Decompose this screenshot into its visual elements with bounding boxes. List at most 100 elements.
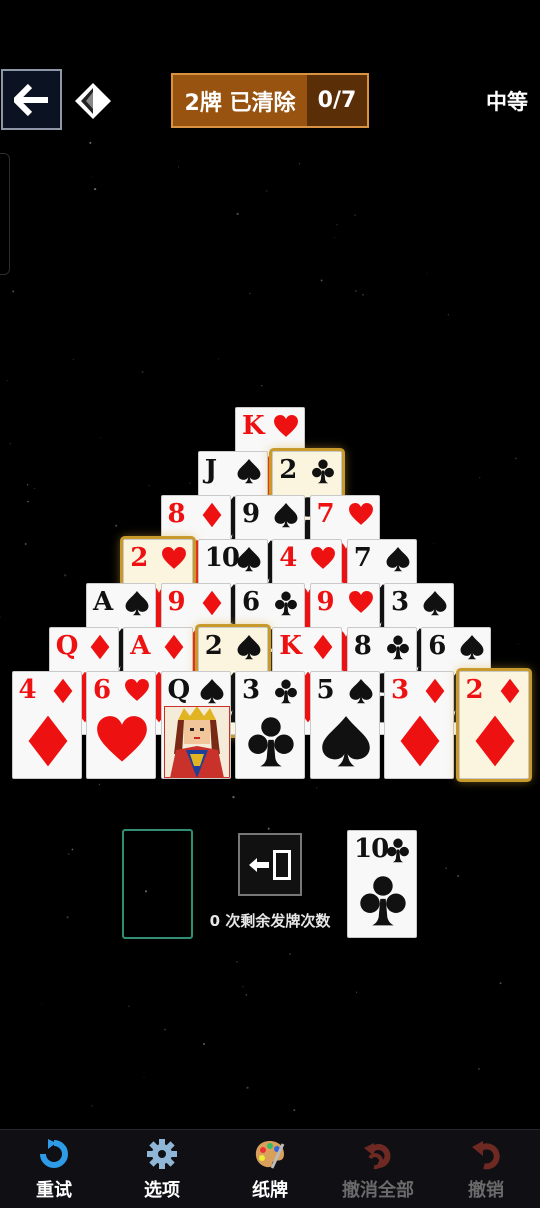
card-rank: 2 [130, 543, 148, 573]
progress-label: 2牌 已清除 [184, 90, 296, 116]
spades-suit-icon [237, 547, 261, 572]
card-rank: 2 [279, 455, 297, 485]
options-button[interactable]: 选项 [112, 1138, 212, 1204]
clubs-suit-icon [312, 459, 335, 484]
undo-button[interactable]: 撤销 [436, 1138, 536, 1204]
card-rank: 8 [167, 499, 186, 529]
arrow-left-icon [13, 83, 48, 116]
spades-suit-icon [349, 679, 372, 704]
back-button[interactable] [1, 69, 62, 130]
card-rank: 2 [465, 675, 484, 705]
hearts-suit-icon [311, 547, 336, 569]
card-rank: 2 [204, 631, 223, 661]
card-rank: 9 [316, 587, 335, 617]
spades-suit-icon [200, 679, 223, 704]
card-rank: Q [167, 675, 191, 705]
clubs-suit-icon [275, 679, 297, 704]
card-rank: 4 [18, 675, 37, 705]
cleared-progress-badge: 2牌 已清除 0/7 [171, 73, 369, 128]
hearts-suit-icon [348, 503, 373, 525]
undo-label: 撤销 [468, 1180, 504, 1201]
hearts-large-suit-icon [97, 716, 147, 762]
card-rank: Q [55, 631, 79, 661]
spades-suit-icon [386, 547, 410, 572]
diamonds-suit-icon [202, 590, 221, 616]
restart-icon [40, 1139, 68, 1168]
spades-suit-icon [237, 459, 261, 484]
diamonds-suit-icon [164, 634, 184, 660]
retry-label: 重试 [36, 1180, 72, 1201]
retry-button[interactable]: 重试 [4, 1138, 104, 1204]
hearts-suit-icon [162, 547, 187, 569]
bottom-toolbar: 重试 选项 纸牌 撤消全部 撤销 [0, 1129, 540, 1208]
spades-suit-icon [460, 635, 484, 660]
pyramid-card[interactable]: 4 [11, 671, 82, 779]
card-rank: 9 [167, 587, 186, 617]
hearts-suit-icon [274, 415, 298, 437]
card-rank: 3 [391, 587, 409, 617]
pyramid-card[interactable]: Q [160, 671, 231, 779]
card-rank: 10 [354, 834, 389, 864]
redeal-arrow-icon [249, 849, 291, 880]
stock-pile-empty[interactable] [122, 829, 193, 939]
card-rank: 7 [316, 499, 335, 529]
spades-suit-icon [125, 591, 149, 616]
diamonds-large-suit-icon [400, 715, 440, 767]
diamonds-suit-icon [53, 678, 72, 704]
clubs-suit-icon [387, 838, 409, 863]
diamonds-suit-icon [500, 678, 519, 704]
spades-suit-icon [423, 591, 447, 616]
hearts-suit-icon [125, 679, 149, 701]
undo-all-icon [364, 1143, 391, 1170]
pyramid-card[interactable]: 3 [235, 671, 305, 779]
spades-large-suit-icon [321, 716, 370, 767]
card-rank: K [279, 631, 302, 661]
clubs-suit-icon [275, 591, 297, 616]
card-rank: K [242, 411, 265, 441]
card-rank: 9 [242, 499, 260, 529]
diamond-logo-icon [75, 83, 111, 119]
palette-icon [255, 1141, 285, 1169]
clubs-large-suit-icon [360, 876, 406, 926]
undo-all-button[interactable]: 撤消全部 [328, 1138, 428, 1204]
pyramid-card[interactable]: 2 [458, 671, 529, 779]
spades-suit-icon [274, 503, 298, 528]
clubs-large-suit-icon [248, 717, 294, 767]
progress-count: 0/7 [307, 75, 367, 126]
diamonds-suit-icon [425, 678, 445, 704]
pyramid-card[interactable]: 3 [384, 671, 454, 779]
hearts-suit-icon [348, 591, 373, 613]
diamonds-suit-icon [202, 502, 221, 528]
undo-all-label: 撤消全部 [342, 1180, 414, 1201]
clubs-suit-icon [386, 635, 409, 660]
pyramid-card[interactable]: 6 [86, 671, 156, 779]
diamonds-large-suit-icon [28, 715, 67, 767]
card-rank: 6 [93, 675, 111, 705]
card-rank: 3 [391, 675, 409, 705]
diamonds-suit-icon [313, 634, 333, 660]
spades-suit-icon [237, 635, 261, 660]
card-rank: 5 [316, 675, 335, 705]
card-rank: 3 [242, 675, 260, 705]
undo-icon [472, 1141, 500, 1170]
card-rank: 8 [353, 631, 372, 661]
side-drawer-handle[interactable] [0, 153, 10, 275]
redeal-button[interactable] [238, 833, 302, 896]
card-rank: J [204, 455, 217, 485]
cards-label: 纸牌 [252, 1180, 288, 1201]
pyramid-card[interactable]: 5 [309, 671, 380, 779]
queen-face-art [163, 706, 230, 778]
waste-top-card[interactable]: 10 [347, 830, 417, 938]
gear-icon [147, 1139, 177, 1169]
card-rank: A [93, 587, 113, 617]
card-rank: 6 [428, 631, 446, 661]
card-rank: 7 [353, 543, 372, 573]
options-label: 选项 [144, 1180, 180, 1201]
card-rank: 6 [242, 587, 260, 617]
redeals-remaining-text: 0 次剩余发牌次数 [209, 912, 331, 930]
diamonds-large-suit-icon [475, 715, 514, 767]
card-rank: A [130, 631, 150, 661]
difficulty-label: 中等 [486, 90, 528, 114]
cards-button[interactable]: 纸牌 [220, 1138, 320, 1204]
card-rank: 4 [279, 543, 297, 573]
